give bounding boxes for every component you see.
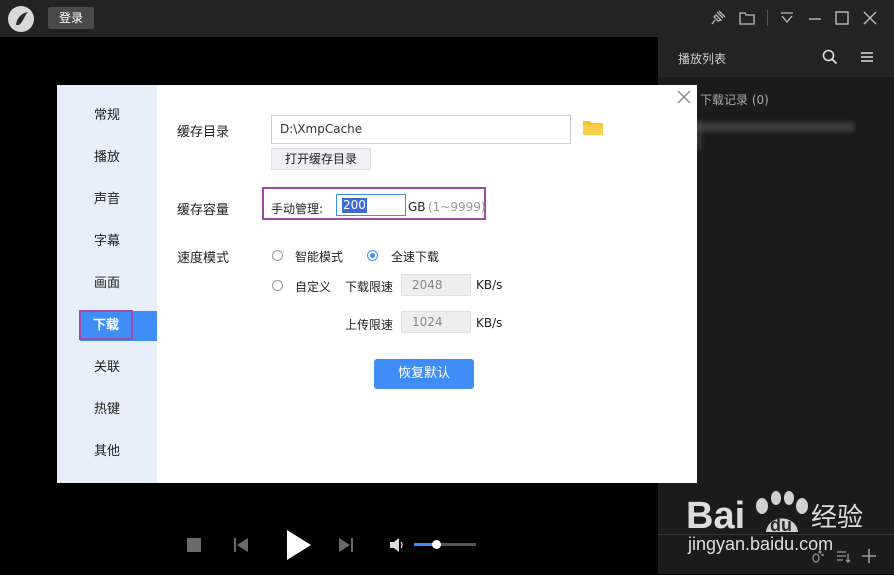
login-button[interactable]: 登录 bbox=[48, 7, 94, 29]
cache-dir-label: 缓存目录 bbox=[177, 125, 230, 140]
svg-text:Bai: Bai bbox=[686, 495, 745, 537]
capacity-value: 200 bbox=[342, 198, 367, 213]
settings-nav: 常规 播放 声音 字幕 画面 下载 关联 热键 其他 bbox=[57, 85, 157, 483]
manual-manage-label: 手动管理: bbox=[271, 202, 324, 216]
title-bar: 登录 bbox=[0, 0, 894, 37]
menu-dropdown-icon[interactable] bbox=[778, 9, 796, 27]
speed-mode-label: 速度模式 bbox=[177, 251, 230, 266]
baidu-jingyan-watermark: Bai du 经验 jingyan.baidu.com bbox=[686, 478, 886, 568]
playlist-title: 播放列表 bbox=[678, 52, 727, 66]
volume-icon[interactable] bbox=[389, 537, 405, 553]
open-cache-dir-button[interactable]: 打开缓存目录 bbox=[271, 148, 371, 170]
close-dialog-icon[interactable] bbox=[676, 89, 692, 105]
nav-general[interactable]: 常规 bbox=[57, 101, 157, 131]
nav-subtitles[interactable]: 字幕 bbox=[57, 227, 157, 257]
cache-capacity-label: 缓存容量 bbox=[177, 203, 230, 218]
nav-playback[interactable]: 播放 bbox=[57, 143, 157, 173]
previous-icon[interactable] bbox=[233, 537, 249, 553]
upload-limit-label: 上传限速 bbox=[345, 318, 394, 332]
baidu-logo: Bai du 经验 bbox=[686, 491, 863, 537]
volume-knob[interactable] bbox=[431, 540, 441, 549]
playlist-header: 播放列表 bbox=[658, 37, 894, 77]
minimize-icon[interactable] bbox=[806, 9, 824, 27]
app-logo-icon bbox=[8, 6, 34, 32]
nav-other[interactable]: 其他 bbox=[57, 437, 157, 467]
volume-slider[interactable] bbox=[414, 540, 476, 549]
blurred-list-item bbox=[694, 122, 854, 132]
folder-browse-icon[interactable] bbox=[582, 117, 604, 137]
svg-text:经验: 经验 bbox=[811, 503, 863, 533]
capacity-range: (1~9999) bbox=[428, 200, 486, 214]
search-icon[interactable] bbox=[821, 48, 839, 66]
download-limit-unit: KB/s bbox=[476, 278, 503, 292]
toolbar-divider bbox=[767, 10, 768, 26]
close-window-icon[interactable] bbox=[861, 9, 879, 27]
capacity-input[interactable]: 200 bbox=[336, 194, 406, 216]
next-icon[interactable] bbox=[338, 537, 354, 553]
folder-icon[interactable] bbox=[738, 9, 756, 27]
full-speed-label[interactable]: 全速下载 bbox=[391, 248, 439, 265]
radio-custom[interactable] bbox=[272, 280, 283, 291]
custom-label[interactable]: 自定义 bbox=[295, 278, 331, 295]
radio-full-speed[interactable] bbox=[367, 250, 378, 261]
stop-icon[interactable] bbox=[187, 538, 201, 552]
maximize-icon[interactable] bbox=[833, 9, 851, 27]
svg-text:du: du bbox=[770, 515, 792, 535]
restore-defaults-button[interactable]: 恢复默认 bbox=[374, 359, 474, 389]
play-icon[interactable] bbox=[285, 529, 313, 561]
pin-icon[interactable] bbox=[710, 9, 728, 27]
settings-dialog: 常规 播放 声音 字幕 画面 下载 关联 热键 其他 缓存目录 D:\XmpCa… bbox=[57, 85, 697, 483]
nav-association[interactable]: 关联 bbox=[57, 353, 157, 383]
watermark-url: jingyan.baidu.com bbox=[688, 534, 834, 554]
download-record-label[interactable]: 下载记录 (0) bbox=[700, 91, 769, 108]
nav-hotkeys[interactable]: 热键 bbox=[57, 395, 157, 425]
download-limit-input[interactable]: 2048 bbox=[401, 274, 471, 296]
nav-video[interactable]: 画面 bbox=[57, 269, 157, 299]
upload-limit-unit: KB/s bbox=[476, 316, 503, 330]
radio-smart-mode[interactable] bbox=[272, 250, 283, 261]
nav-highlight-box bbox=[79, 310, 133, 340]
nav-audio[interactable]: 声音 bbox=[57, 185, 157, 215]
upload-limit-input[interactable]: 1024 bbox=[401, 311, 471, 333]
list-menu-icon[interactable] bbox=[858, 48, 876, 66]
download-limit-label: 下载限速 bbox=[345, 280, 394, 294]
cache-dir-input[interactable]: D:\XmpCache bbox=[271, 115, 571, 144]
smart-mode-label[interactable]: 智能模式 bbox=[295, 248, 343, 265]
capacity-unit: GB bbox=[408, 200, 426, 214]
